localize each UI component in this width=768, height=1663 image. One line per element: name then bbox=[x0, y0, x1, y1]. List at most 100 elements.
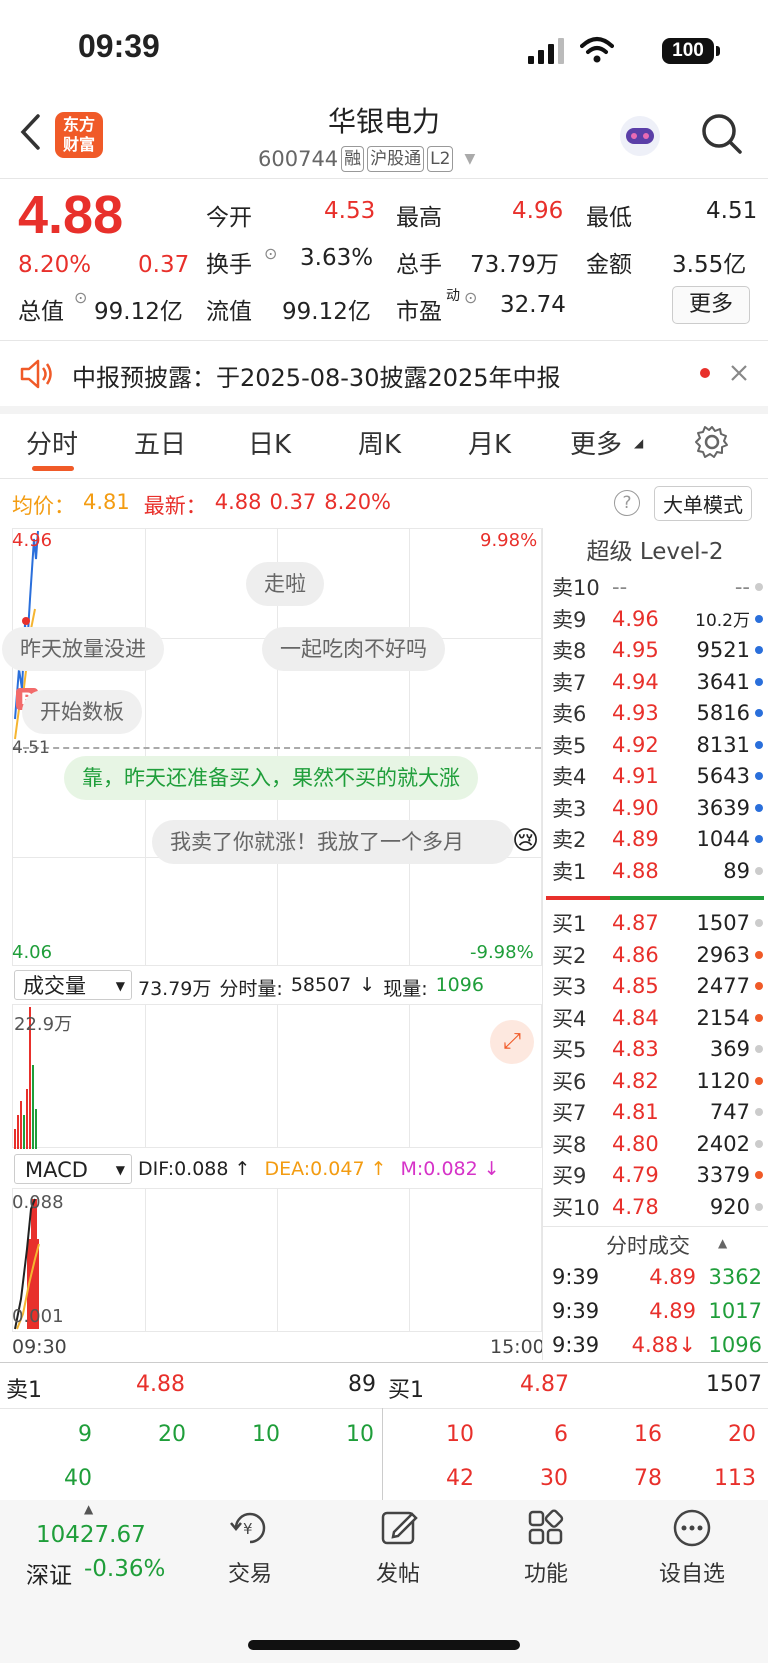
tab-5day[interactable]: 五日 bbox=[134, 424, 186, 461]
tick-time: 9:39 bbox=[552, 1333, 600, 1357]
volume-label: 总手 bbox=[396, 252, 442, 278]
bid-row[interactable]: 买5 4.83 369 bbox=[552, 1034, 764, 1064]
ask-label: 卖6 bbox=[552, 702, 587, 726]
index-name[interactable]: 深证 bbox=[26, 1556, 72, 1590]
ask-row[interactable]: 卖10 -- -- bbox=[552, 572, 764, 602]
bid-row[interactable]: 买6 4.82 1120 bbox=[552, 1066, 764, 1096]
comment-bubble[interactable]: 一起吃肉不好吗 bbox=[262, 627, 445, 671]
tick-price: 4.89 bbox=[649, 1299, 696, 1323]
notice-text[interactable]: 中报预披露：于2025-08-30披露2025年中报 bbox=[72, 358, 561, 393]
bid-price: 4.82 bbox=[612, 1068, 659, 1093]
open-value: 4.53 bbox=[324, 198, 376, 224]
bid-label: 买4 bbox=[552, 1006, 587, 1031]
bid-flag-dot bbox=[755, 1139, 763, 1148]
queue-order-size: 10 bbox=[446, 1422, 474, 1447]
comment-bubble[interactable]: 昨天放量没进 bbox=[2, 627, 164, 671]
ask-row[interactable]: 卖9 4.96 10.2万 bbox=[552, 604, 764, 634]
bid-price: 4.83 bbox=[612, 1037, 659, 1061]
bid-row[interactable]: 买10 4.78 920 bbox=[552, 1192, 764, 1222]
bid-row[interactable]: 买2 4.86 2963 bbox=[552, 940, 764, 970]
tab-more[interactable]: 更多 bbox=[570, 424, 622, 461]
bid-volume: 3379 bbox=[696, 1163, 750, 1187]
info-dots-icon[interactable]: ⊙ bbox=[74, 288, 87, 307]
tab-intraday[interactable]: 分时 bbox=[26, 424, 78, 461]
queue-order-size: 20 bbox=[728, 1422, 756, 1447]
unread-dot bbox=[700, 368, 710, 378]
bid-row[interactable]: 买7 4.81 747 bbox=[552, 1097, 764, 1127]
caret-down-icon[interactable]: ▼ bbox=[464, 151, 475, 167]
volume-selector[interactable]: 成交量 ▼ bbox=[14, 970, 132, 1000]
tab-weekly[interactable]: 周K bbox=[358, 424, 401, 461]
mcap-label: 总值 bbox=[18, 299, 64, 325]
wifi-icon bbox=[580, 37, 614, 63]
queue-order-size: 20 bbox=[158, 1422, 186, 1447]
index-value[interactable]: 10427.67 bbox=[36, 1522, 146, 1548]
bid-row[interactable]: 买3 4.85 2477 bbox=[552, 971, 764, 1001]
queue-order-size: 6 bbox=[554, 1422, 568, 1447]
nav-functions[interactable]: 功能 bbox=[476, 1556, 616, 1588]
bid-row[interactable]: 买9 4.79 3379 bbox=[552, 1160, 764, 1190]
ask-volume: 1044 bbox=[696, 827, 750, 851]
nav-post[interactable]: 发帖 bbox=[328, 1556, 468, 1588]
latest-label: 最新： bbox=[143, 494, 207, 518]
search-icon[interactable] bbox=[700, 112, 744, 156]
order-queue: 卖1 4.88 89 买1 4.87 1507 9 20 10 10 40 10 6 16 2… bbox=[0, 1362, 768, 1500]
ask-row[interactable]: 卖3 4.90 3639 bbox=[552, 793, 764, 823]
comment-bubble[interactable]: 走啦 bbox=[246, 562, 324, 606]
tag-margin: 融 bbox=[341, 146, 365, 172]
vol-now: 1096 bbox=[435, 974, 484, 996]
tick-row: 9:39 4.88↓ 1096 bbox=[552, 1330, 764, 1360]
ask-row[interactable]: 卖7 4.94 3641 bbox=[552, 667, 764, 697]
robot-avatar-icon[interactable] bbox=[616, 112, 664, 160]
bid-row[interactable]: 买1 4.87 1507 bbox=[552, 908, 764, 938]
nav-trade[interactable]: 交易 bbox=[180, 1556, 320, 1588]
macd-dea: DEA:0.047 ↑ bbox=[264, 1158, 387, 1180]
settings-gear-icon[interactable] bbox=[694, 424, 730, 460]
mcap-value: 99.12亿 bbox=[94, 299, 183, 325]
bid-row[interactable]: 买8 4.80 2402 bbox=[552, 1129, 764, 1159]
ask-row[interactable]: 卖6 4.93 5816 bbox=[552, 698, 764, 728]
ask-volume: 8131 bbox=[696, 732, 750, 757]
ask-row[interactable]: 卖8 4.95 9521 bbox=[552, 635, 764, 665]
tick-row: 9:39 4.89 3362 bbox=[552, 1262, 764, 1292]
bid-volume: 1507 bbox=[696, 911, 750, 935]
comment-bubble[interactable]: 我卖了你就涨！我放了一个多月 bbox=[152, 820, 514, 864]
comment-bubble-highlight[interactable]: 靠，昨天还准备买入，果然不买的就大涨 bbox=[64, 756, 478, 800]
ask-label: 卖2 bbox=[552, 828, 587, 852]
queue-order-size: 9 bbox=[78, 1422, 92, 1447]
expand-icon[interactable]: ⤢ bbox=[490, 1020, 534, 1064]
tab-monthly[interactable]: 月K bbox=[468, 424, 511, 461]
tab-daily[interactable]: 日K bbox=[248, 424, 291, 461]
info-dots-icon[interactable]: ⊙ bbox=[264, 244, 277, 263]
caret-up-icon: ▲ bbox=[718, 1236, 728, 1250]
ask-row[interactable]: 卖5 4.92 8131 bbox=[552, 730, 764, 760]
index-change[interactable]: -0.36% bbox=[84, 1556, 165, 1582]
bid-volume: 2154 bbox=[696, 1005, 750, 1030]
nav-add-watchlist[interactable]: 设自选 bbox=[622, 1556, 762, 1588]
more-button[interactable]: 更多 bbox=[672, 286, 750, 324]
ask-row[interactable]: 卖2 4.89 1044 bbox=[552, 824, 764, 854]
bid-volume: 2477 bbox=[696, 974, 750, 998]
volume-chart[interactable] bbox=[12, 1004, 542, 1149]
bid-volume: 747 bbox=[709, 1100, 750, 1124]
ticks-title[interactable]: 分时成交 bbox=[606, 1230, 690, 1260]
ask-flag-dot bbox=[755, 614, 763, 623]
tick-time: 9:39 bbox=[552, 1265, 600, 1289]
queue-bid-price: 4.87 bbox=[520, 1372, 569, 1397]
macd-selector[interactable]: MACD ▼ bbox=[14, 1154, 132, 1184]
help-icon[interactable]: ? bbox=[614, 490, 640, 516]
ask-price: 4.94 bbox=[612, 669, 659, 694]
ask-row[interactable]: 卖4 4.91 5643 bbox=[552, 761, 764, 791]
bid-flag-dot bbox=[755, 1013, 763, 1022]
bid-row[interactable]: 买4 4.84 2154 bbox=[552, 1003, 764, 1033]
open-label: 今开 bbox=[206, 205, 252, 231]
comment-bubble[interactable]: 开始数板 bbox=[22, 690, 142, 734]
big-order-mode-button[interactable]: 大单模式 bbox=[654, 486, 752, 521]
queue-bid-label: 买1 bbox=[388, 1378, 424, 1403]
ask-volume: -- bbox=[734, 575, 750, 599]
info-dots-icon[interactable]: ⊙ bbox=[464, 288, 477, 307]
macd-chart[interactable] bbox=[12, 1188, 542, 1332]
ask-row[interactable]: 卖1 4.88 89 bbox=[552, 856, 764, 886]
close-icon[interactable] bbox=[730, 364, 748, 382]
queue-ask-price: 4.88 bbox=[136, 1372, 185, 1397]
